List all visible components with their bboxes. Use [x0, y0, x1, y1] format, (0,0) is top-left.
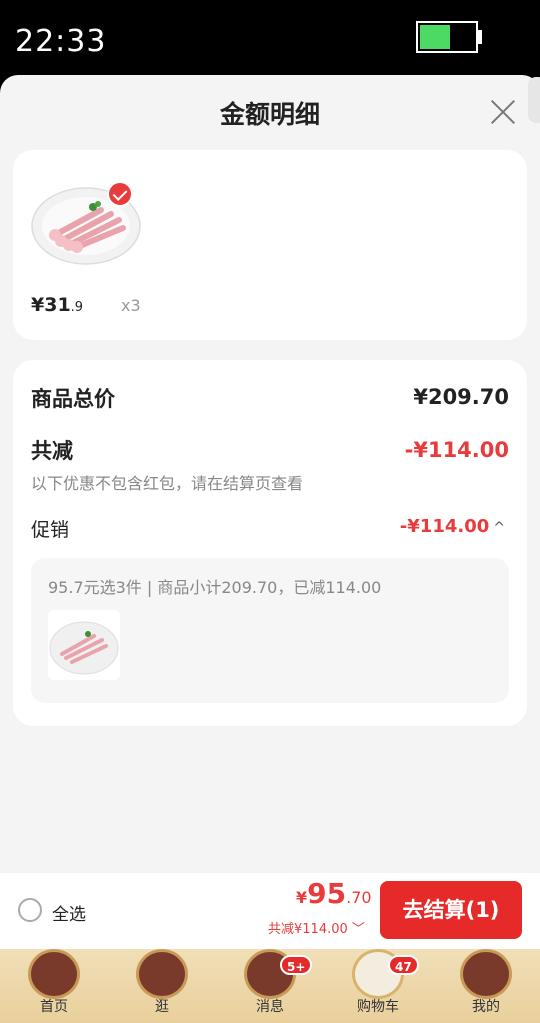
message-badge: 5+: [280, 955, 313, 975]
promo-value: -¥114.00: [399, 516, 490, 537]
checkout-discount-toggle[interactable]: 共减¥114.00 ﹀: [268, 918, 365, 937]
checkout-bar: 全选 ¥95.70 共减¥114.00 ﹀ 去结算(1): [0, 873, 540, 949]
tab-home[interactable]: 首页: [14, 949, 94, 1023]
checkout-price-dec: .70: [346, 888, 372, 907]
total-label: 商品总价: [31, 387, 115, 411]
profile-icon: [460, 949, 512, 999]
tab-label: 消息: [256, 999, 284, 1015]
sheet-title: 金额明细: [219, 100, 320, 129]
discount-label: 共减: [31, 439, 73, 463]
status-bar: 22:33: [0, 0, 540, 78]
battery-level: [420, 25, 450, 49]
tab-messages[interactable]: 5+ 消息: [230, 949, 313, 1023]
amount-detail-sheet: 金额明细 ¥31.9 x3 商品总价 ¥209.70 共减 -¥114.00 以…: [0, 75, 540, 875]
tab-label: 购物车: [357, 999, 399, 1015]
home-palace-icon: [28, 949, 80, 999]
tab-profile[interactable]: 我的: [446, 949, 526, 1023]
tab-browse[interactable]: 逛: [122, 949, 202, 1023]
tab-label: 首页: [40, 999, 68, 1015]
price-summary-card: 商品总价 ¥209.70 共减 -¥114.00 以下优惠不包含红包，请在结算页…: [13, 360, 527, 726]
checkout-price-int: 95: [307, 877, 347, 910]
select-all-label[interactable]: 全选: [52, 900, 86, 925]
select-all-radio[interactable]: [18, 898, 42, 922]
product-price: ¥31.9: [31, 294, 83, 316]
battery-cap: [478, 30, 482, 44]
discount-value: -¥114.00: [404, 438, 509, 462]
product-card: ¥31.9 x3: [13, 150, 527, 340]
total-value: ¥209.70: [413, 385, 509, 409]
battery-icon: [416, 21, 478, 53]
tab-cart[interactable]: 47 购物车: [338, 949, 419, 1023]
promo-toggle[interactable]: -¥114.00 ^: [400, 516, 505, 537]
chevron-up-icon: ^: [493, 520, 505, 536]
promo-detail-text: 95.7元选3件 | 商品小计209.70，已减114.00: [48, 578, 382, 597]
product-price-int: ¥31: [31, 294, 71, 316]
discount-note: 以下优惠不包含红包，请在结算页查看: [31, 474, 304, 493]
tab-label: 逛: [155, 999, 169, 1015]
promo-product-thumbnail[interactable]: [48, 610, 120, 680]
checkout-total: ¥95.70: [296, 877, 372, 910]
product-price-dec: .9: [70, 300, 84, 315]
browse-figure-icon: [136, 949, 188, 999]
status-time: 22:33: [15, 24, 107, 59]
checkout-button[interactable]: 去结算(1): [380, 881, 522, 939]
promo-label: 促销: [31, 519, 70, 541]
tab-label: 我的: [472, 999, 500, 1015]
selected-check-icon[interactable]: [107, 181, 133, 207]
product-quantity: x3: [121, 296, 141, 315]
close-icon[interactable]: [486, 95, 520, 129]
bottom-tab-bar: 首页 逛 5+ 消息 47 购物车 我的: [0, 949, 540, 1023]
cart-badge: 47: [388, 955, 419, 975]
checkout-currency: ¥: [296, 888, 308, 907]
promo-detail-box: 95.7元选3件 | 商品小计209.70，已减114.00: [31, 558, 509, 703]
